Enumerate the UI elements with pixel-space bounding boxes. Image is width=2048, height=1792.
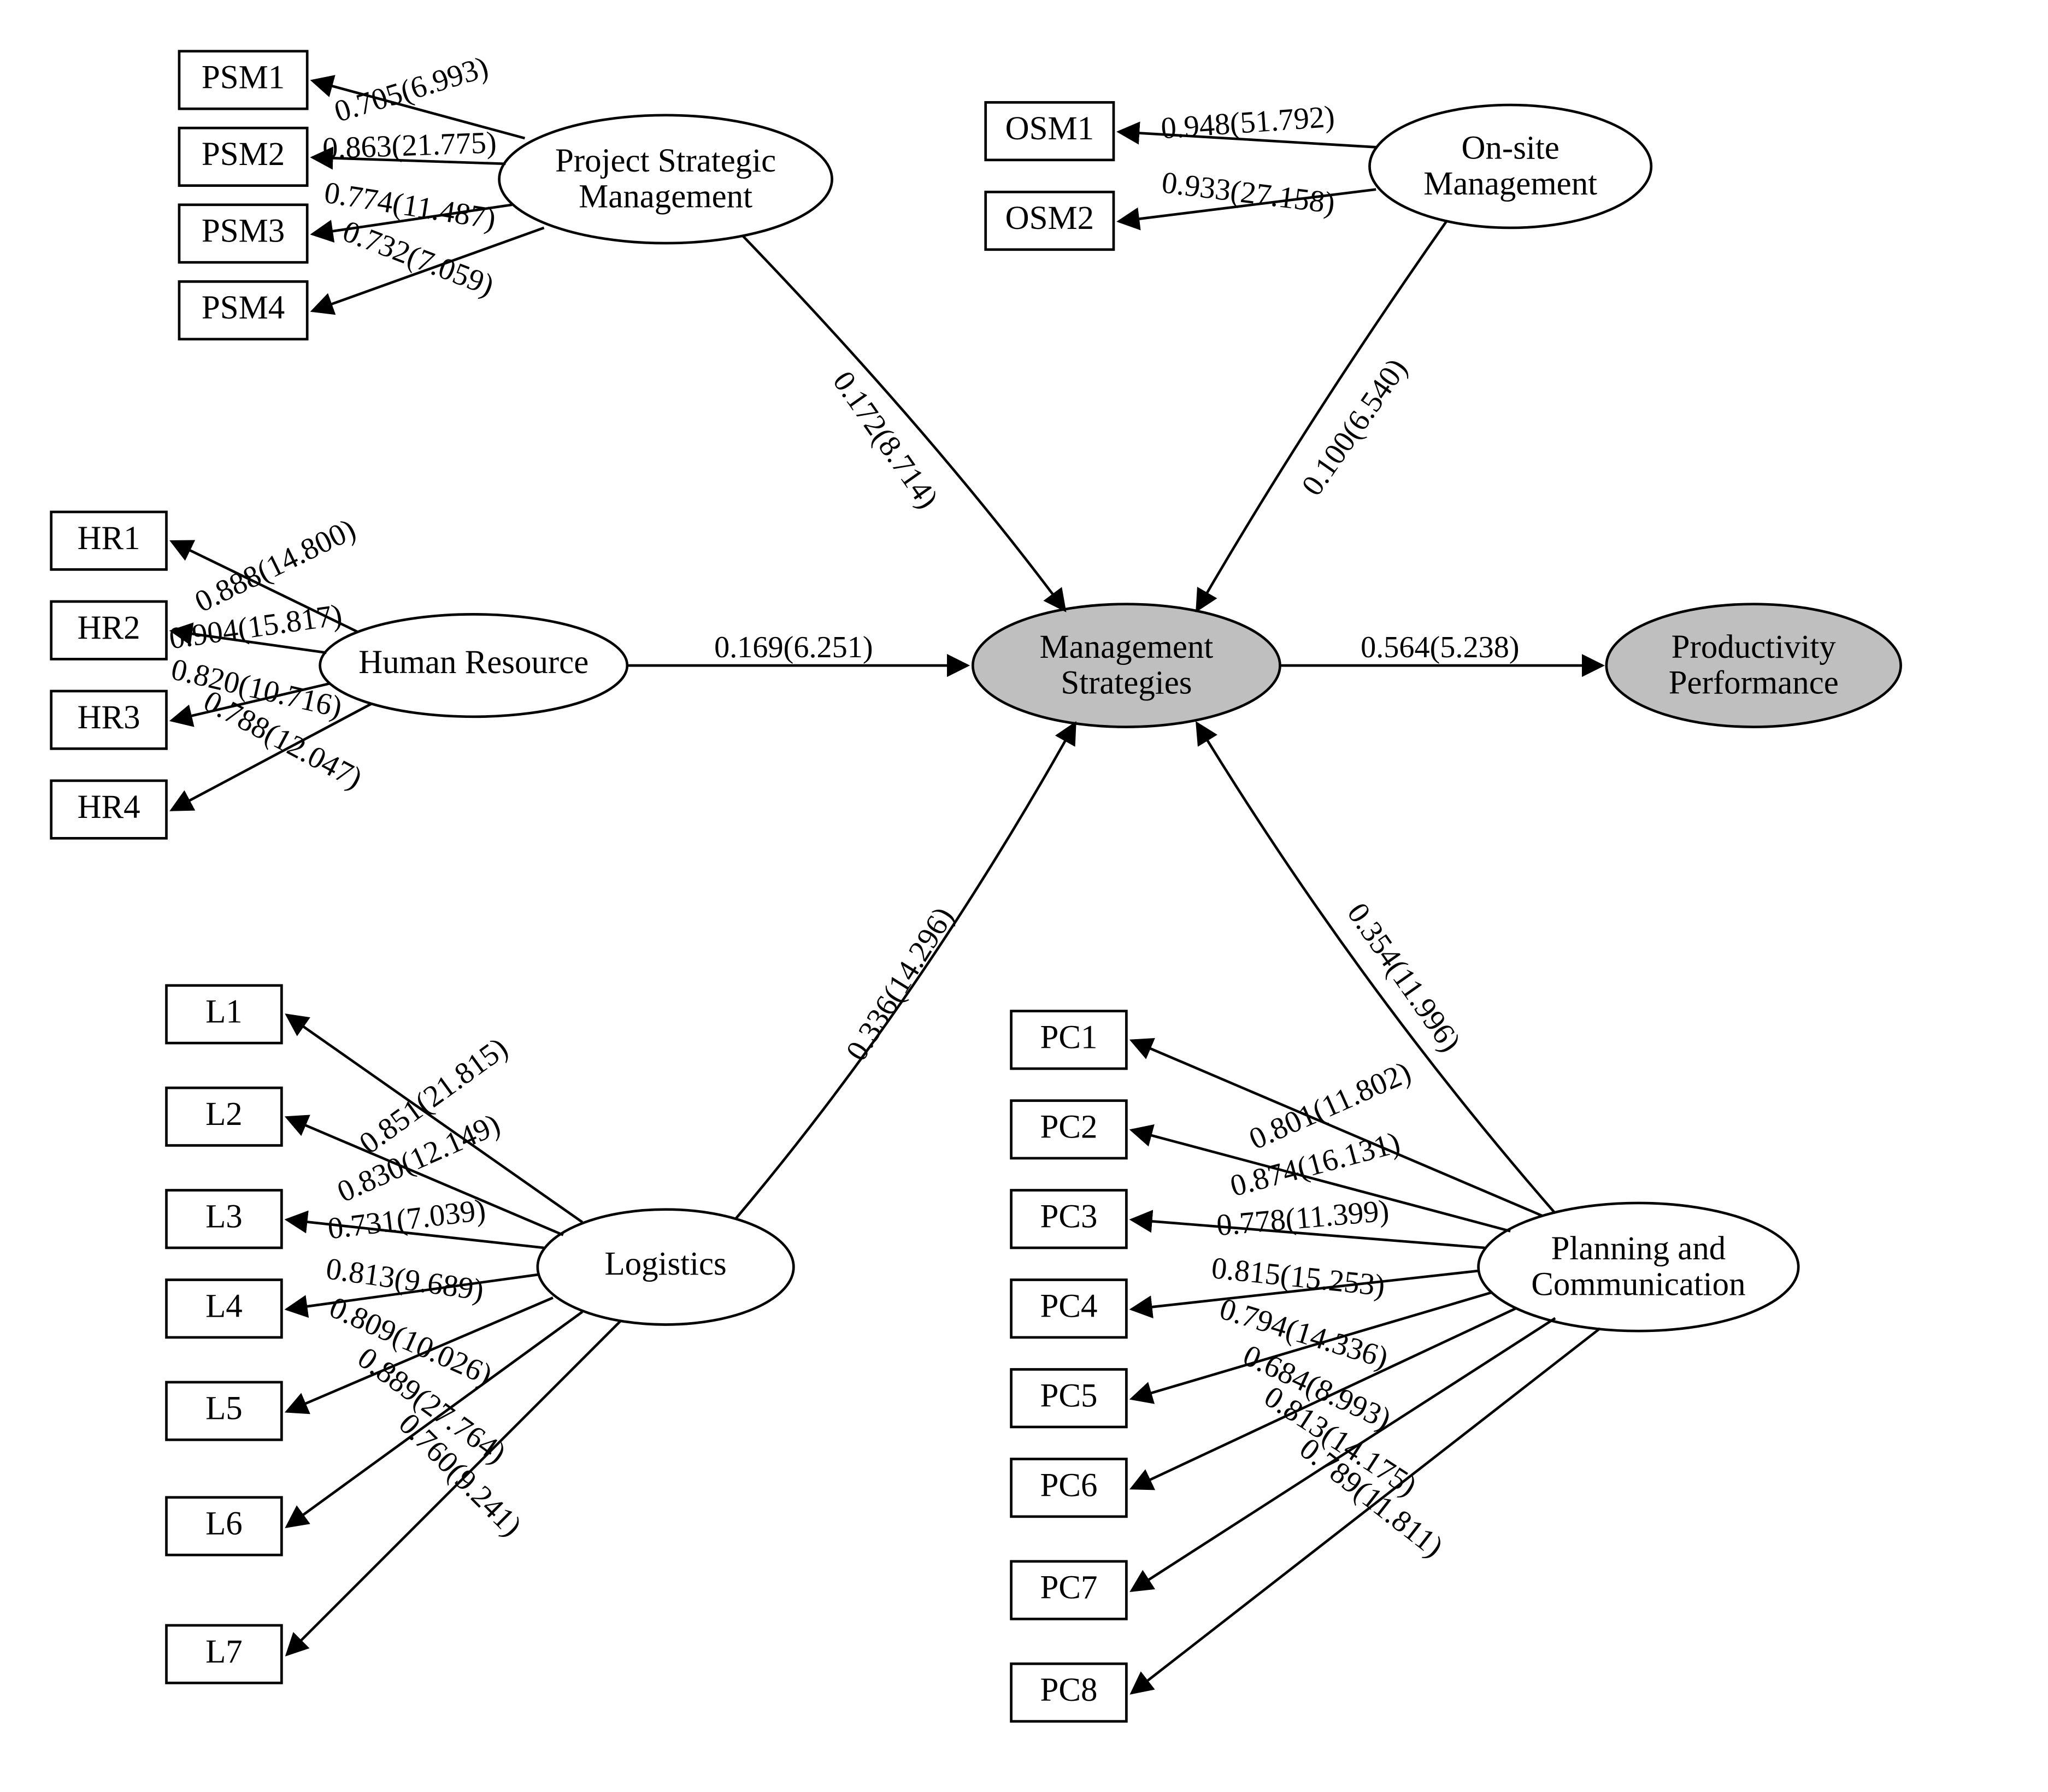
- edge-pc-pc1: [1132, 1040, 1543, 1216]
- ind-psm1-label: PSM1: [202, 60, 285, 96]
- ind-l5-label: L5: [205, 1390, 243, 1427]
- ind-l6-label: L6: [205, 1506, 243, 1542]
- edge-log-l1: [287, 1015, 582, 1222]
- latent-ms-label-1: Management: [1039, 629, 1213, 665]
- path-pc-ms-label: 0.354(11.996): [1340, 897, 1467, 1058]
- path-osm-ms: [1197, 221, 1446, 610]
- ind-l7-label: L7: [205, 1634, 243, 1670]
- edge-psm2-label: 0.863(21.775): [322, 126, 497, 166]
- latent-log-label: Logistics: [604, 1246, 726, 1282]
- edge-hr2-label: 0.904(15.817): [167, 598, 344, 656]
- ind-l1-label: L1: [205, 994, 243, 1030]
- sem-diagram: Project Strategic Management On-site Man…: [0, 0, 2048, 1792]
- ind-psm2-label: PSM2: [202, 136, 285, 173]
- ind-osm1-label: OSM1: [1005, 110, 1094, 147]
- ind-pc2-label: PC2: [1040, 1109, 1098, 1145]
- latent-ms-label-2: Strategies: [1061, 665, 1192, 702]
- ind-pc8-label: PC8: [1040, 1672, 1098, 1708]
- ind-osm2-label: OSM2: [1005, 200, 1094, 237]
- latent-osm-label-2: Management: [1423, 166, 1597, 202]
- path-ms-pp-label: 0.564(5.238): [1361, 630, 1519, 664]
- latent-pp-label-1: Productivity: [1672, 629, 1837, 665]
- path-osm-ms-label: 0.100(6.540): [1295, 352, 1414, 502]
- ind-hr1-label: HR1: [78, 520, 140, 557]
- ind-pc3-label: PC3: [1040, 1198, 1098, 1235]
- ind-hr4-label: HR4: [78, 789, 140, 826]
- latent-pp-label-2: Performance: [1669, 665, 1839, 702]
- ind-pc7-label: PC7: [1040, 1570, 1098, 1606]
- latent-psm-label-2: Management: [579, 178, 752, 215]
- path-psm-ms: [743, 235, 1065, 610]
- ind-l4-label: L4: [205, 1288, 243, 1324]
- latent-osm-label-1: On-site: [1462, 129, 1559, 166]
- ind-l3-label: L3: [205, 1198, 243, 1235]
- ind-psm4-label: PSM4: [202, 290, 285, 326]
- ind-pc6-label: PC6: [1040, 1467, 1098, 1504]
- path-hr-ms-label: 0.169(6.251): [714, 630, 873, 664]
- ind-pc4-label: PC4: [1040, 1288, 1098, 1324]
- latent-hr-label: Human Resource: [358, 644, 588, 681]
- ind-psm3-label: PSM3: [202, 213, 285, 250]
- latent-psm-label-1: Project Strategic: [555, 143, 776, 179]
- ind-hr3-label: HR3: [78, 699, 140, 736]
- latent-pc-label-2: Communication: [1531, 1266, 1745, 1303]
- edge-osm1-label: 0.948(51.792): [1160, 99, 1336, 145]
- ind-pc5-label: PC5: [1040, 1377, 1098, 1414]
- ind-l2-label: L2: [205, 1096, 243, 1133]
- ind-hr2-label: HR2: [78, 610, 140, 646]
- edge-psm1-label: 0.705(6.993): [331, 50, 492, 129]
- ind-pc1-label: PC1: [1040, 1019, 1098, 1056]
- latent-pc-label-1: Planning and: [1551, 1230, 1726, 1267]
- path-log-ms-label: 0.336(14.296): [839, 901, 960, 1067]
